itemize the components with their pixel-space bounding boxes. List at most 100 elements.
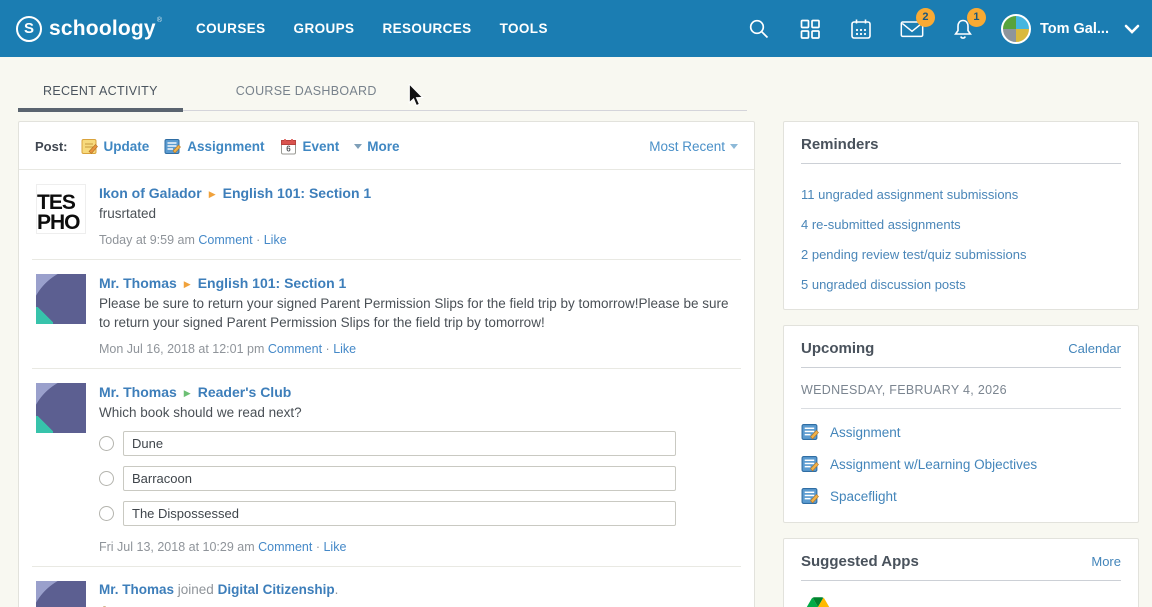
avatar[interactable]: TES PHO	[36, 184, 86, 234]
messages-icon[interactable]: 2	[899, 16, 925, 42]
reminder-link[interactable]: 11 ungraded assignment submissions	[801, 187, 1121, 202]
calendar-icon[interactable]	[848, 16, 874, 42]
post-timestamp: Today at 9:59 am	[99, 233, 195, 247]
comment-link[interactable]: Comment	[268, 342, 322, 356]
post-event-label: Event	[303, 139, 340, 154]
author-link[interactable]: Ikon of Galador	[99, 185, 202, 201]
poll-option-row: The Dispossessed	[99, 501, 737, 526]
poll-option[interactable]: The Dispossessed	[123, 501, 676, 526]
more-apps-link[interactable]: More	[1091, 554, 1121, 569]
poll-option-row: Barracoon	[99, 466, 737, 491]
dot-separator: ·	[316, 540, 320, 554]
notifications-bell-icon[interactable]: 1	[950, 16, 976, 42]
reminder-link[interactable]: 5 ungraded discussion posts	[801, 277, 1121, 292]
poll-radio[interactable]	[99, 436, 114, 451]
suggested-apps-panel: Suggested Apps More Google Drive Resourc…	[783, 538, 1139, 607]
like-link[interactable]: Like	[323, 540, 346, 554]
schoology-logo-icon: S	[16, 16, 42, 42]
course-link[interactable]: English 101: Section 1	[198, 275, 347, 291]
author-link[interactable]: Mr. Thomas	[99, 384, 177, 400]
app-row-google-drive[interactable]: Google Drive Resource App	[801, 597, 1121, 607]
post-title: Ikon of Galador ▶ English 101: Section 1	[99, 185, 737, 201]
post-title: Mr. Thomas▶English 101: Section 1	[99, 275, 737, 291]
feed-item-poll: Mr. Thomas▶Reader's Club Which book shou…	[32, 369, 741, 568]
feed-item-update: TES PHO Ikon of Galador ▶ English 101: Sec…	[32, 170, 741, 260]
post-assignment-button[interactable]: Assignment	[164, 138, 264, 155]
search-icon[interactable]	[746, 16, 772, 42]
user-menu[interactable]: Tom Gal...	[1001, 14, 1140, 44]
upcoming-event-label: Assignment	[830, 425, 901, 440]
joined-title: Mr. Thomas joined Digital Citizenship.	[99, 582, 737, 597]
comment-link[interactable]: Comment	[258, 540, 312, 554]
dot-separator: ·	[326, 342, 330, 356]
upcoming-title: Upcoming	[801, 340, 874, 357]
reminders-panel: Reminders 11 ungraded assignment submiss…	[783, 121, 1139, 310]
like-link[interactable]: Like	[333, 342, 356, 356]
dashboard-tabbar: RECENT ACTIVITY COURSE DASHBOARD	[18, 78, 747, 111]
tab-course-dashboard[interactable]: COURSE DASHBOARD	[211, 78, 402, 110]
feed-item-joined: Mr. Thomas joined Digital Citizenship. W…	[32, 567, 741, 607]
post-body: Please be sure to return your signed Par…	[99, 294, 737, 333]
messages-badge: 2	[916, 8, 935, 27]
nav-item-courses[interactable]: COURSES	[196, 21, 266, 36]
poll-question: Which book should we read next?	[99, 403, 737, 423]
suggested-apps-title: Suggested Apps	[801, 553, 919, 570]
joined-verb: joined	[178, 582, 214, 597]
post-event-button[interactable]: 6 Event	[280, 138, 340, 155]
app-grid-icon[interactable]	[797, 16, 823, 42]
upcoming-date: WEDNESDAY, FEBRUARY 4, 2026	[801, 383, 1121, 397]
post-timestamp: Fri Jul 13, 2018 at 10:29 am	[99, 540, 255, 554]
avatar[interactable]	[36, 383, 86, 433]
poll-option-row: Dune	[99, 431, 737, 456]
author-link[interactable]: Mr. Thomas	[99, 582, 174, 597]
user-name: Tom Gal...	[1040, 21, 1109, 37]
event-calendar-icon: 6	[280, 138, 297, 155]
assignment-icon	[801, 423, 819, 441]
nav-item-groups[interactable]: GROUPS	[294, 21, 355, 36]
feed-item-update: Mr. Thomas▶English 101: Section 1 Please…	[32, 260, 741, 369]
author-link[interactable]: Mr. Thomas	[99, 275, 177, 291]
schoology-logo[interactable]: S schoology ®	[16, 14, 162, 44]
avatar[interactable]	[36, 274, 86, 324]
poll-radio[interactable]	[99, 471, 114, 486]
notifications-badge: 1	[967, 8, 986, 27]
upcoming-panel: Upcoming Calendar WEDNESDAY, FEBRUARY 4,…	[783, 325, 1139, 523]
post-more-button[interactable]: More	[354, 139, 399, 154]
avatar[interactable]	[36, 581, 86, 607]
upcoming-event[interactable]: Assignment	[801, 423, 1121, 441]
tab-recent-activity[interactable]: RECENT ACTIVITY	[18, 78, 183, 110]
reminder-link[interactable]: 2 pending review test/quiz submissions	[801, 247, 1121, 262]
nav-item-resources[interactable]: RESOURCES	[382, 21, 471, 36]
group-link[interactable]: Reader's Club	[198, 384, 292, 400]
reminder-link[interactable]: 4 re-submitted assignments	[801, 217, 1121, 232]
course-link[interactable]: Digital Citizenship	[218, 582, 335, 597]
upcoming-event[interactable]: Spaceflight	[801, 487, 1121, 505]
more-dropdown-arrow-icon	[354, 144, 362, 149]
assignment-icon	[801, 487, 819, 505]
reminders-title: Reminders	[801, 136, 879, 153]
right-sidebar: Reminders 11 ungraded assignment submiss…	[783, 121, 1139, 607]
breadcrumb-arrow-icon: ▶	[209, 189, 216, 200]
post-footer: Today at 9:59 am Comment · Like	[99, 233, 737, 247]
course-link[interactable]: English 101: Section 1	[223, 185, 372, 201]
poll-radio[interactable]	[99, 506, 114, 521]
google-drive-icon	[801, 597, 835, 607]
poll-option[interactable]: Barracoon	[123, 466, 676, 491]
chevron-down-icon	[1124, 24, 1140, 34]
calendar-link[interactable]: Calendar	[1068, 341, 1121, 356]
update-note-icon	[81, 138, 98, 155]
post-update-button[interactable]: Update	[81, 138, 150, 155]
nav-item-tools[interactable]: TOOLS	[500, 21, 548, 36]
like-link[interactable]: Like	[264, 233, 287, 247]
post-label: Post:	[35, 139, 68, 154]
assignment-icon	[164, 138, 181, 155]
registered-mark: ®	[157, 14, 162, 28]
poll-options: Dune Barracoon The Dispossessed	[99, 431, 737, 526]
comment-link[interactable]: Comment	[198, 233, 252, 247]
sort-dropdown[interactable]: Most Recent	[649, 139, 738, 154]
top-navbar: S schoology ® COURSES GROUPS RESOURCES T…	[0, 0, 1152, 57]
poll-option[interactable]: Dune	[123, 431, 676, 456]
user-avatar	[1001, 14, 1031, 44]
post-more-label: More	[367, 139, 399, 154]
upcoming-event[interactable]: Assignment w/Learning Objectives	[801, 455, 1121, 473]
